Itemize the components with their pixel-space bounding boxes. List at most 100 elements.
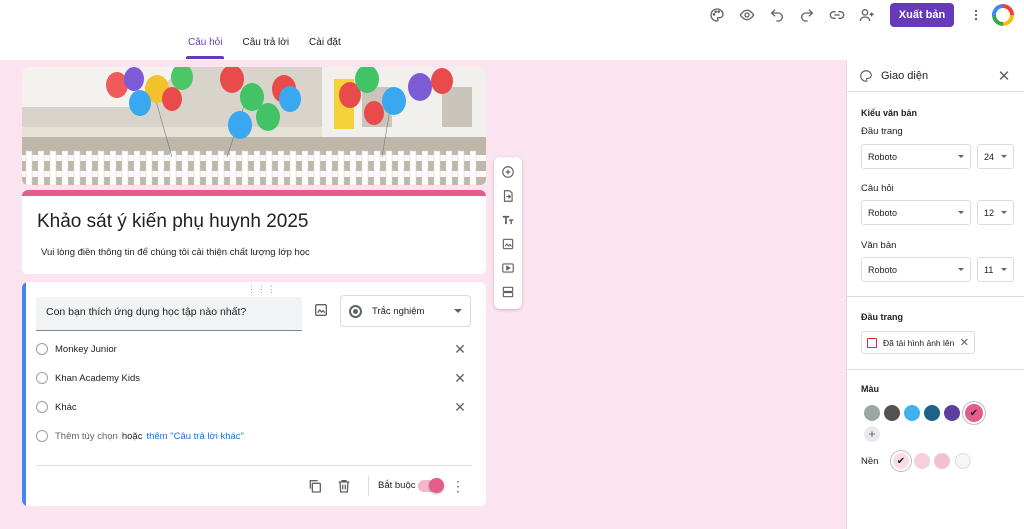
import-questions-icon[interactable] bbox=[500, 188, 516, 204]
option-label[interactable]: Khan Academy Kids bbox=[55, 373, 140, 384]
theme-band bbox=[22, 190, 486, 196]
add-image-icon[interactable] bbox=[500, 236, 516, 252]
header-image[interactable] bbox=[22, 67, 486, 185]
drag-handle-icon[interactable]: ⋮⋮⋮ bbox=[247, 284, 277, 295]
publish-button[interactable]: Xuất bản bbox=[890, 3, 954, 27]
panel-divider bbox=[847, 369, 1024, 370]
question-size-select[interactable]: 12 bbox=[977, 200, 1014, 225]
add-question-icon[interactable] bbox=[500, 164, 516, 180]
text-font-value: Roboto bbox=[868, 264, 898, 275]
add-other-link[interactable]: thêm "Câu trả lời khác" bbox=[146, 431, 243, 442]
text-style-heading: Kiểu văn bản bbox=[861, 108, 918, 118]
header-image-balloons bbox=[22, 67, 486, 185]
radio-circle-icon bbox=[36, 343, 48, 355]
text-font-label: Văn bản bbox=[861, 240, 897, 251]
color-swatch[interactable] bbox=[924, 405, 940, 421]
redo-icon[interactable] bbox=[792, 1, 822, 29]
custom-color-button[interactable]: + bbox=[864, 426, 880, 442]
uploaded-image-chip[interactable]: Đã tải hình ảnh lên ✕ bbox=[861, 331, 975, 354]
question-title-input[interactable]: Con bạn thích ứng dụng học tập nào nhất? bbox=[36, 297, 302, 331]
check-icon: ✔ bbox=[969, 407, 979, 419]
question-type-select[interactable]: Trắc nghiệm bbox=[340, 295, 471, 327]
form-title[interactable]: Khảo sát ý kiến phụ huynh 2025 bbox=[37, 211, 308, 233]
color-heading: Màu bbox=[861, 384, 879, 394]
add-section-icon[interactable] bbox=[500, 284, 516, 300]
radio-circle-icon bbox=[36, 430, 48, 442]
remove-option-icon[interactable]: ✕ bbox=[452, 370, 468, 386]
tab-responses[interactable]: Câu trả lời bbox=[238, 37, 293, 59]
panel-header: Giao diện ✕ bbox=[847, 60, 1024, 92]
delete-icon[interactable] bbox=[336, 478, 352, 494]
color-swatch[interactable] bbox=[884, 405, 900, 421]
image-icon bbox=[867, 337, 877, 348]
remove-option-icon[interactable]: ✕ bbox=[452, 399, 468, 415]
close-icon[interactable]: ✕ bbox=[996, 67, 1012, 85]
form-tabs: Câu hỏi Câu trả lời Cài đặt bbox=[184, 37, 345, 59]
color-swatch[interactable] bbox=[944, 405, 960, 421]
radio-circle-icon bbox=[36, 372, 48, 384]
question-size-value: 12 bbox=[984, 207, 995, 218]
more-vert-icon[interactable] bbox=[966, 1, 986, 29]
preview-eye-icon[interactable] bbox=[732, 1, 762, 29]
header-font-label: Đầu trang bbox=[861, 126, 903, 137]
question-font-value: Roboto bbox=[868, 207, 898, 218]
add-collaborator-icon[interactable] bbox=[852, 1, 882, 29]
background-swatch[interactable] bbox=[955, 453, 971, 469]
or-text: hoặc bbox=[121, 430, 143, 442]
add-image-icon[interactable] bbox=[313, 302, 329, 318]
add-title-icon[interactable] bbox=[500, 212, 516, 228]
color-swatch[interactable] bbox=[904, 405, 920, 421]
required-toggle[interactable] bbox=[418, 478, 444, 493]
header-font-select[interactable]: Roboto bbox=[861, 144, 971, 169]
question-footer: Bắt buộc ⋮ bbox=[22, 476, 486, 496]
caret-down-icon bbox=[958, 211, 964, 214]
caret-down-icon bbox=[1001, 268, 1007, 271]
undo-icon[interactable] bbox=[762, 1, 792, 29]
tab-settings[interactable]: Cài đặt bbox=[305, 37, 345, 59]
header-size-value: 24 bbox=[984, 151, 995, 162]
panel-divider bbox=[847, 296, 1024, 297]
background-swatch-selected[interactable]: ✔ bbox=[893, 453, 909, 469]
question-font-label: Câu hỏi bbox=[861, 183, 894, 194]
footer-separator bbox=[368, 476, 369, 496]
radio-button-icon bbox=[349, 304, 362, 318]
form-title-card: Khảo sát ý kiến phụ huynh 2025 Vui lòng … bbox=[22, 190, 486, 274]
caret-down-icon bbox=[1001, 211, 1007, 214]
option-row: Khan Academy Kids ✕ bbox=[36, 370, 466, 386]
option-label[interactable]: Monkey Junior bbox=[55, 344, 117, 355]
check-icon: ✔ bbox=[896, 455, 906, 467]
footer-divider bbox=[36, 465, 472, 466]
add-option-link[interactable]: Thêm tùy chọn bbox=[55, 431, 118, 442]
remove-image-icon[interactable]: ✕ bbox=[960, 336, 969, 349]
header-font-value: Roboto bbox=[868, 151, 898, 162]
caret-down-icon bbox=[454, 309, 462, 313]
text-size-select[interactable]: 11 bbox=[977, 257, 1014, 282]
question-card[interactable]: ⋮⋮⋮ Con bạn thích ứng dụng học tập nào n… bbox=[22, 282, 486, 506]
required-label: Bắt buộc bbox=[378, 480, 416, 491]
caret-down-icon bbox=[958, 268, 964, 271]
text-font-select[interactable]: Roboto bbox=[861, 257, 971, 282]
form-description[interactable]: Vui lòng điền thông tin để chúng tôi cải… bbox=[41, 247, 310, 258]
background-swatch[interactable] bbox=[914, 453, 930, 469]
remove-option-icon[interactable]: ✕ bbox=[452, 341, 468, 357]
account-avatar[interactable] bbox=[992, 4, 1014, 26]
header-size-select[interactable]: 24 bbox=[977, 144, 1014, 169]
more-options-icon[interactable]: ⋮ bbox=[450, 478, 466, 494]
question-font-select[interactable]: Roboto bbox=[861, 200, 971, 225]
palette-icon bbox=[859, 69, 873, 83]
add-video-icon[interactable] bbox=[500, 260, 516, 276]
theme-panel: Giao diện ✕ Kiểu văn bản Đầu trang Robot… bbox=[846, 60, 1024, 529]
caret-down-icon bbox=[1001, 155, 1007, 158]
active-indicator bbox=[22, 282, 26, 506]
tab-questions[interactable]: Câu hỏi bbox=[184, 37, 226, 59]
palette-icon[interactable] bbox=[702, 1, 732, 29]
option-label[interactable]: Khác bbox=[55, 402, 77, 413]
add-option-row: Thêm tùy chọn hoặc thêm "Câu trả lời khá… bbox=[36, 428, 466, 444]
top-bar: Xuất bản Câu hỏi Câu trả lời Cài đặt bbox=[0, 0, 1024, 60]
color-swatch[interactable] bbox=[864, 405, 880, 421]
color-swatch-selected[interactable]: ✔ bbox=[965, 404, 983, 422]
background-swatch[interactable] bbox=[934, 453, 950, 469]
text-size-value: 11 bbox=[984, 264, 994, 275]
duplicate-icon[interactable] bbox=[307, 478, 323, 494]
link-icon[interactable] bbox=[822, 1, 852, 29]
